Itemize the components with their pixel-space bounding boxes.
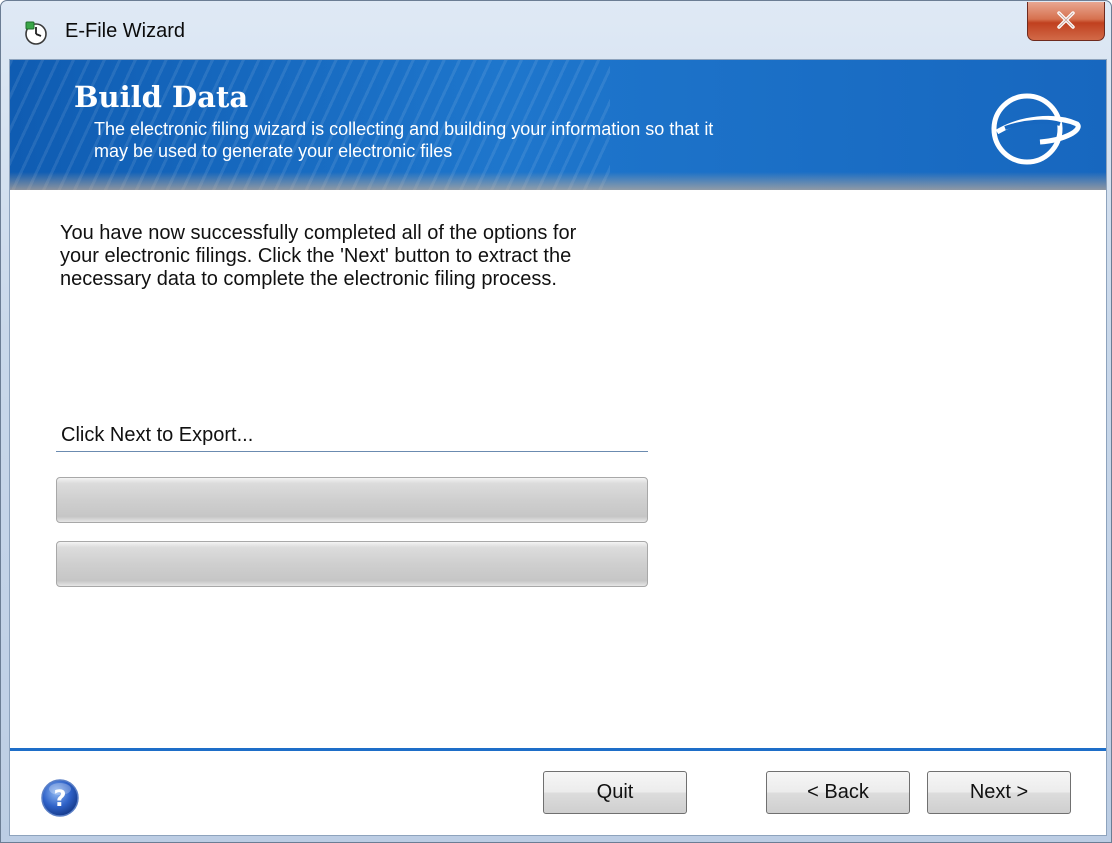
close-button[interactable] [1027, 2, 1105, 41]
quit-button[interactable]: Quit [543, 771, 687, 814]
intro-text: You have now successfully completed all … [60, 222, 680, 291]
subtitle-line-1: The electronic filing wizard is collecti… [94, 119, 714, 139]
banner-glow [10, 172, 1106, 190]
wizard-window: E-File Wizard Build Data The electronic … [0, 0, 1112, 843]
status-divider [56, 451, 648, 452]
page-title: Build Data [74, 80, 249, 114]
svg-text:?: ? [54, 787, 67, 812]
next-button[interactable]: Next > [927, 771, 1071, 814]
header-banner: Build Data The electronic filing wizard … [10, 60, 1106, 190]
progress-bar-1 [56, 477, 648, 523]
close-icon [1057, 11, 1075, 29]
footer-divider [10, 748, 1106, 751]
page-subtitle: The electronic filing wizard is collecti… [94, 118, 874, 162]
app-clock-icon [23, 20, 49, 46]
efile-logo-icon [985, 84, 1085, 179]
window-title: E-File Wizard [65, 20, 186, 42]
help-icon[interactable]: ? [40, 778, 80, 823]
progress-bar-2 [56, 541, 648, 587]
subtitle-line-2: may be used to generate your electronic … [94, 141, 453, 161]
wizard-client-area: Build Data The electronic filing wizard … [9, 59, 1107, 836]
intro-line-2: your electronic filings. Click the 'Next… [60, 245, 572, 267]
status-label: Click Next to Export... [61, 424, 254, 446]
intro-line-3: necessary data to complete the electroni… [60, 268, 557, 290]
back-button[interactable]: < Back [766, 771, 910, 814]
title-bar[interactable]: E-File Wizard [1, 1, 1111, 59]
intro-line-1: You have now successfully completed all … [60, 222, 577, 244]
